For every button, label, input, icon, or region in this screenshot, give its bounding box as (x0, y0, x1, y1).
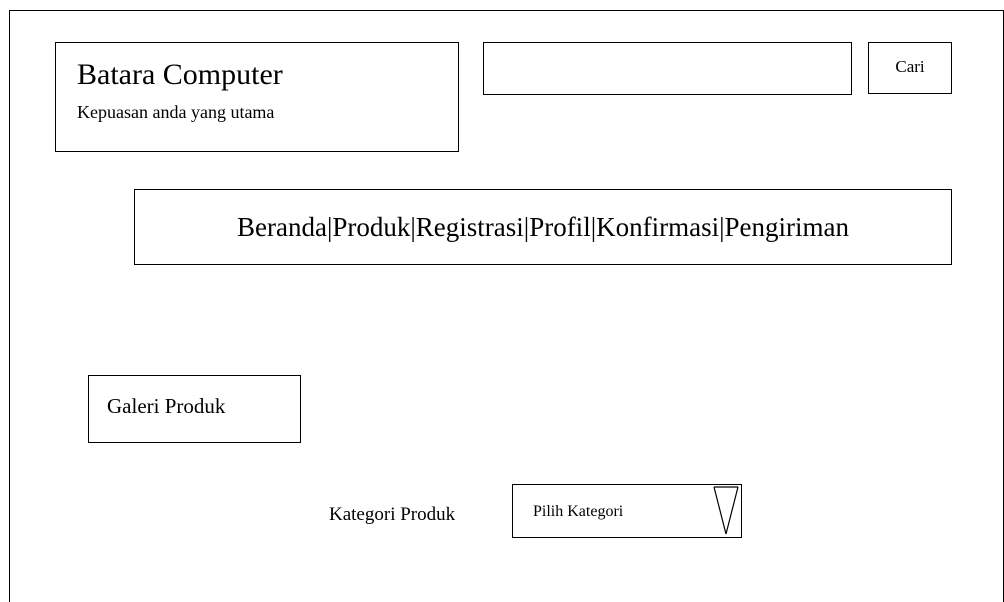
main-nav: Beranda | Produk | Registrasi | Profil |… (134, 189, 952, 265)
category-selected-value: Pilih Kategori (533, 503, 624, 520)
nav-item-pengiriman[interactable]: Pengiriman (725, 212, 849, 243)
gallery-title: Galeri Produk (107, 394, 226, 418)
triangle-down-icon (713, 486, 739, 535)
search-button[interactable]: Cari (868, 42, 952, 94)
nav-item-registrasi[interactable]: Registrasi (416, 212, 524, 243)
search-input[interactable] (483, 42, 852, 95)
nav-item-produk[interactable]: Produk (332, 212, 410, 243)
brand-box: Batara Computer Kepuasan anda yang utama (55, 42, 459, 152)
gallery-box: Galeri Produk (88, 375, 301, 443)
nav-item-beranda[interactable]: Beranda (237, 212, 327, 243)
nav-item-konfirmasi[interactable]: Konfirmasi (596, 212, 719, 243)
site-title: Batara Computer (77, 58, 283, 91)
nav-item-profil[interactable]: Profil (529, 212, 591, 243)
category-label: Kategori Produk (329, 504, 456, 525)
site-tagline: Kepuasan anda yang utama (77, 102, 275, 122)
category-select[interactable]: Pilih Kategori (512, 484, 742, 538)
